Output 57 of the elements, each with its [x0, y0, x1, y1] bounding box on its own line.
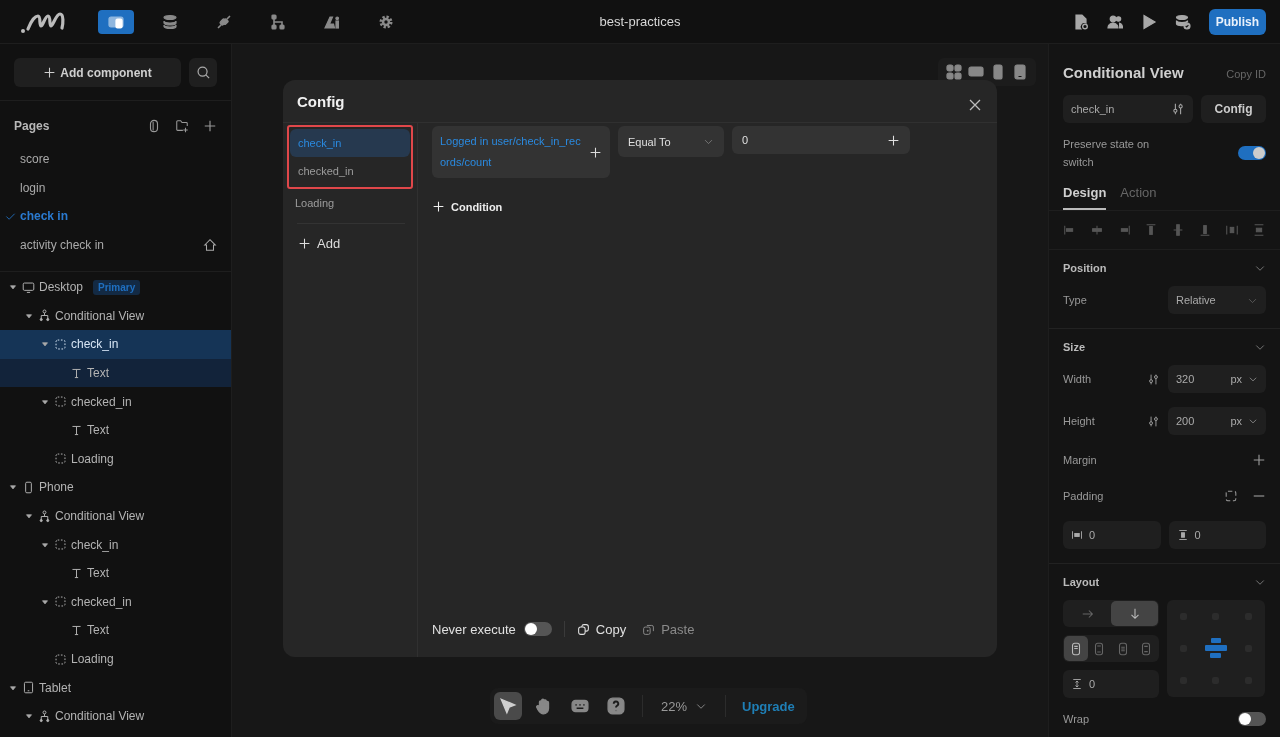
- page-item[interactable]: score: [0, 145, 231, 174]
- gap-field[interactable]: 0: [1063, 670, 1159, 698]
- case-item[interactable]: Loading: [287, 189, 413, 217]
- add-condition-button[interactable]: Condition: [432, 200, 983, 213]
- value-field[interactable]: 0: [732, 126, 910, 154]
- primary-badge: Primary: [93, 279, 141, 295]
- tree-item[interactable]: Conditional View: [0, 301, 231, 331]
- section-title: Size: [1063, 341, 1085, 353]
- page-item[interactable]: login: [0, 173, 231, 202]
- field-label: Padding: [1063, 490, 1104, 502]
- section-title: Position: [1063, 262, 1107, 274]
- preserve-state-label: Preserve state on switch: [1063, 137, 1151, 170]
- project-title: best-practices: [599, 14, 681, 29]
- tree-item[interactable]: Text: [0, 558, 231, 588]
- padding-x-field[interactable]: 0: [1063, 521, 1161, 549]
- tree-item[interactable]: Conditional View: [0, 701, 231, 731]
- width-field[interactable]: 320 px: [1168, 365, 1266, 393]
- field-label: Margin: [1063, 454, 1097, 466]
- section-title: Layout: [1063, 576, 1100, 588]
- tree-item[interactable]: check_in: [0, 330, 231, 359]
- height-field[interactable]: 200 px: [1168, 407, 1266, 435]
- tree-item[interactable]: Text: [0, 415, 231, 445]
- page-item[interactable]: activity check in: [0, 230, 231, 259]
- add-component-button[interactable]: Add component: [14, 58, 181, 87]
- pages-heading: Pages: [14, 119, 50, 133]
- field-label: Type: [1063, 294, 1087, 306]
- add-case-button[interactable]: Add: [287, 224, 352, 263]
- page-item[interactable]: check in: [0, 202, 231, 231]
- tree-item[interactable]: check_in: [0, 530, 231, 559]
- tree-item[interactable]: Conditional View: [0, 501, 231, 531]
- field-label: Width: [1063, 373, 1092, 385]
- case-item[interactable]: checked_in: [290, 157, 410, 185]
- upgrade-link[interactable]: Upgrade: [738, 698, 803, 714]
- field-label: Wrap: [1063, 713, 1090, 725]
- config-button[interactable]: Config: [1201, 95, 1266, 123]
- copy-button[interactable]: Copy: [576, 621, 627, 637]
- tree-item[interactable]: Phone: [0, 473, 231, 502]
- tree-item[interactable]: Loading: [0, 644, 231, 674]
- tree-item[interactable]: checked_in: [0, 387, 231, 416]
- tree-item[interactable]: Tablet: [0, 673, 231, 702]
- never-execute-label: Never execute: [432, 621, 516, 637]
- tree-item[interactable]: Desktop Primary: [0, 273, 231, 302]
- tree-item[interactable]: checked_in: [0, 587, 231, 617]
- tree-item[interactable]: Loading: [0, 444, 231, 474]
- type-dropdown[interactable]: Relative: [1168, 286, 1266, 314]
- zoom-dropdown[interactable]: 22%: [655, 698, 714, 714]
- state-field[interactable]: check_in: [1063, 95, 1193, 123]
- dialog-title: Config: [297, 92, 345, 110]
- operator-dropdown[interactable]: Equal To: [618, 126, 724, 157]
- field-label: Height: [1063, 415, 1095, 427]
- inspector-title: Conditional View: [1063, 64, 1184, 81]
- tree-item[interactable]: Text: [0, 358, 231, 388]
- padding-y-field[interactable]: 0: [1168, 521, 1266, 549]
- source-field[interactable]: Logged in user/check_in_records/count: [432, 126, 610, 178]
- inspector-tab[interactable]: Design: [1063, 181, 1107, 210]
- tree-item[interactable]: Text: [0, 616, 231, 645]
- publish-button[interactable]: Publish: [1208, 8, 1266, 35]
